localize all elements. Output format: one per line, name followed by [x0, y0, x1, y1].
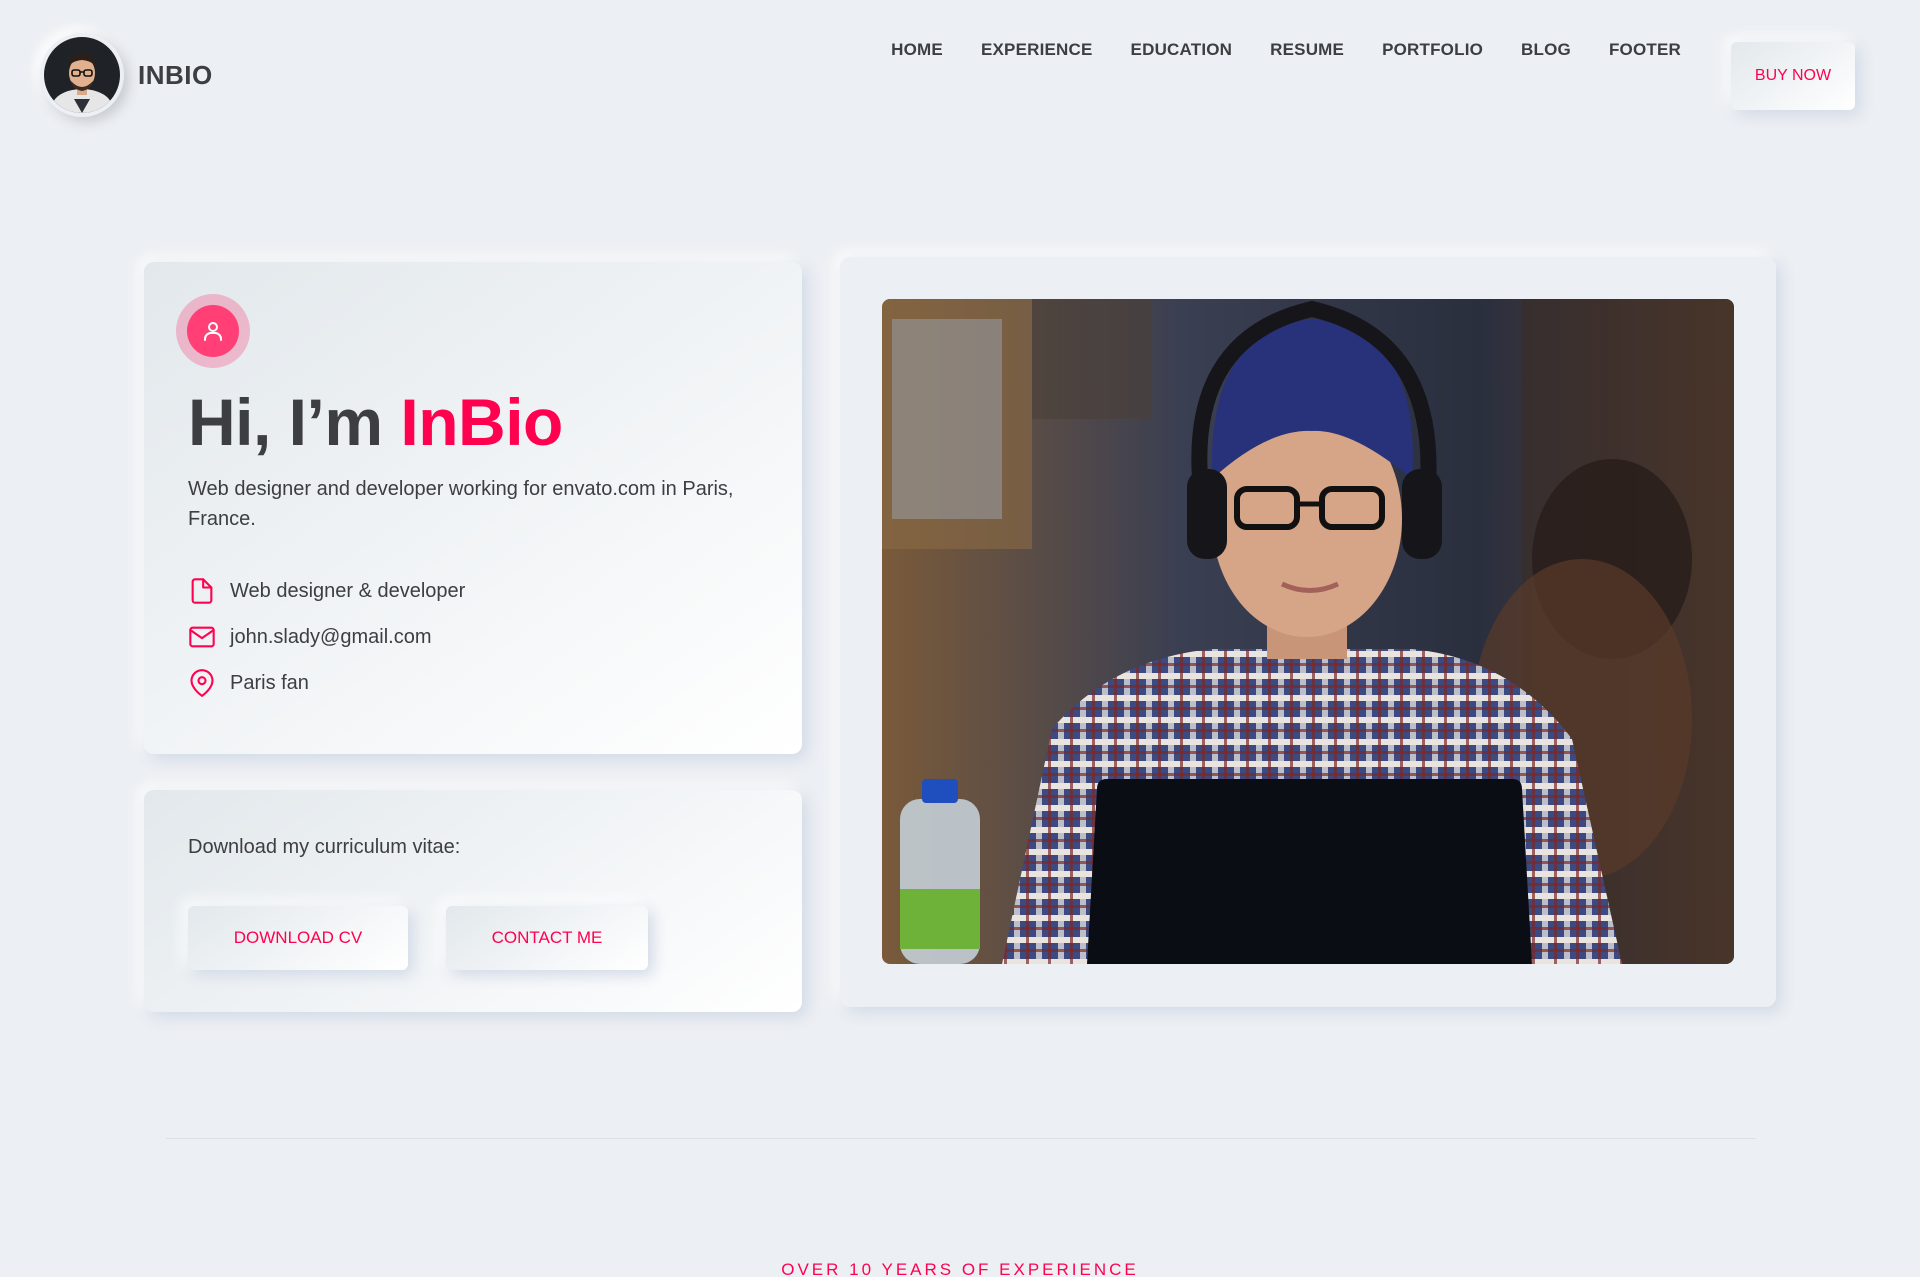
hero-photo-image: [882, 299, 1734, 964]
nav-item-blog[interactable]: BLOG: [1521, 40, 1571, 60]
brand-name[interactable]: INBIO: [138, 60, 213, 91]
download-cv-button[interactable]: DOWNLOAD CV: [188, 906, 408, 970]
avatar[interactable]: [40, 33, 124, 117]
intro-card: Hi, I’m InBio Web designer and developer…: [144, 262, 802, 754]
cv-label: Download my curriculum vitae:: [188, 836, 461, 858]
section-divider: [166, 1138, 1756, 1139]
info-location-text: Paris fan: [230, 671, 309, 694]
user-badge: [176, 294, 250, 368]
buy-now-button[interactable]: BUY NOW: [1731, 42, 1855, 110]
nav-item-portfolio[interactable]: PORTFOLIO: [1382, 40, 1483, 60]
user-icon: [204, 322, 222, 341]
map-pin-icon: [190, 669, 214, 697]
nav-item-education[interactable]: EDUCATION: [1131, 40, 1233, 60]
brand[interactable]: INBIO: [40, 33, 213, 117]
mail-icon: [189, 626, 215, 648]
nav-item-footer[interactable]: FOOTER: [1609, 40, 1681, 60]
info-list: Web designer & developer john.slady@gmai…: [188, 568, 465, 706]
file-icon: [191, 578, 213, 604]
info-item-location: Paris fan: [188, 660, 465, 706]
nav-item-home[interactable]: HOME: [891, 40, 943, 60]
hero-greeting: Hi, I’m: [188, 385, 401, 459]
hero-name: InBio: [400, 385, 563, 459]
info-item-role: Web designer & developer: [188, 568, 465, 614]
main-nav: HOME EXPERIENCE EDUCATION RESUME PORTFOL…: [891, 40, 1707, 60]
cv-card: Download my curriculum vitae: DOWNLOAD C…: [144, 790, 802, 1012]
info-role-text: Web designer & developer: [230, 579, 466, 602]
hero-description: Web designer and developer working for e…: [188, 478, 734, 530]
contact-me-button[interactable]: CONTACT ME: [446, 906, 648, 970]
photo-card: [840, 257, 1776, 1007]
experience-subtitle: OVER 10 YEARS OF EXPERIENCE: [781, 1260, 1139, 1277]
site-header: INBIO HOME EXPERIENCE EDUCATION RESUME P…: [0, 0, 1920, 152]
hero-photo: [882, 299, 1734, 964]
hero-title: Hi, I’m InBio: [188, 384, 563, 460]
info-item-email: john.slady@gmail.com: [188, 614, 465, 660]
info-email-text[interactable]: john.slady@gmail.com: [230, 626, 432, 649]
nav-item-experience[interactable]: EXPERIENCE: [981, 40, 1093, 60]
nav-item-resume[interactable]: RESUME: [1270, 40, 1344, 60]
avatar-image: [44, 37, 120, 113]
